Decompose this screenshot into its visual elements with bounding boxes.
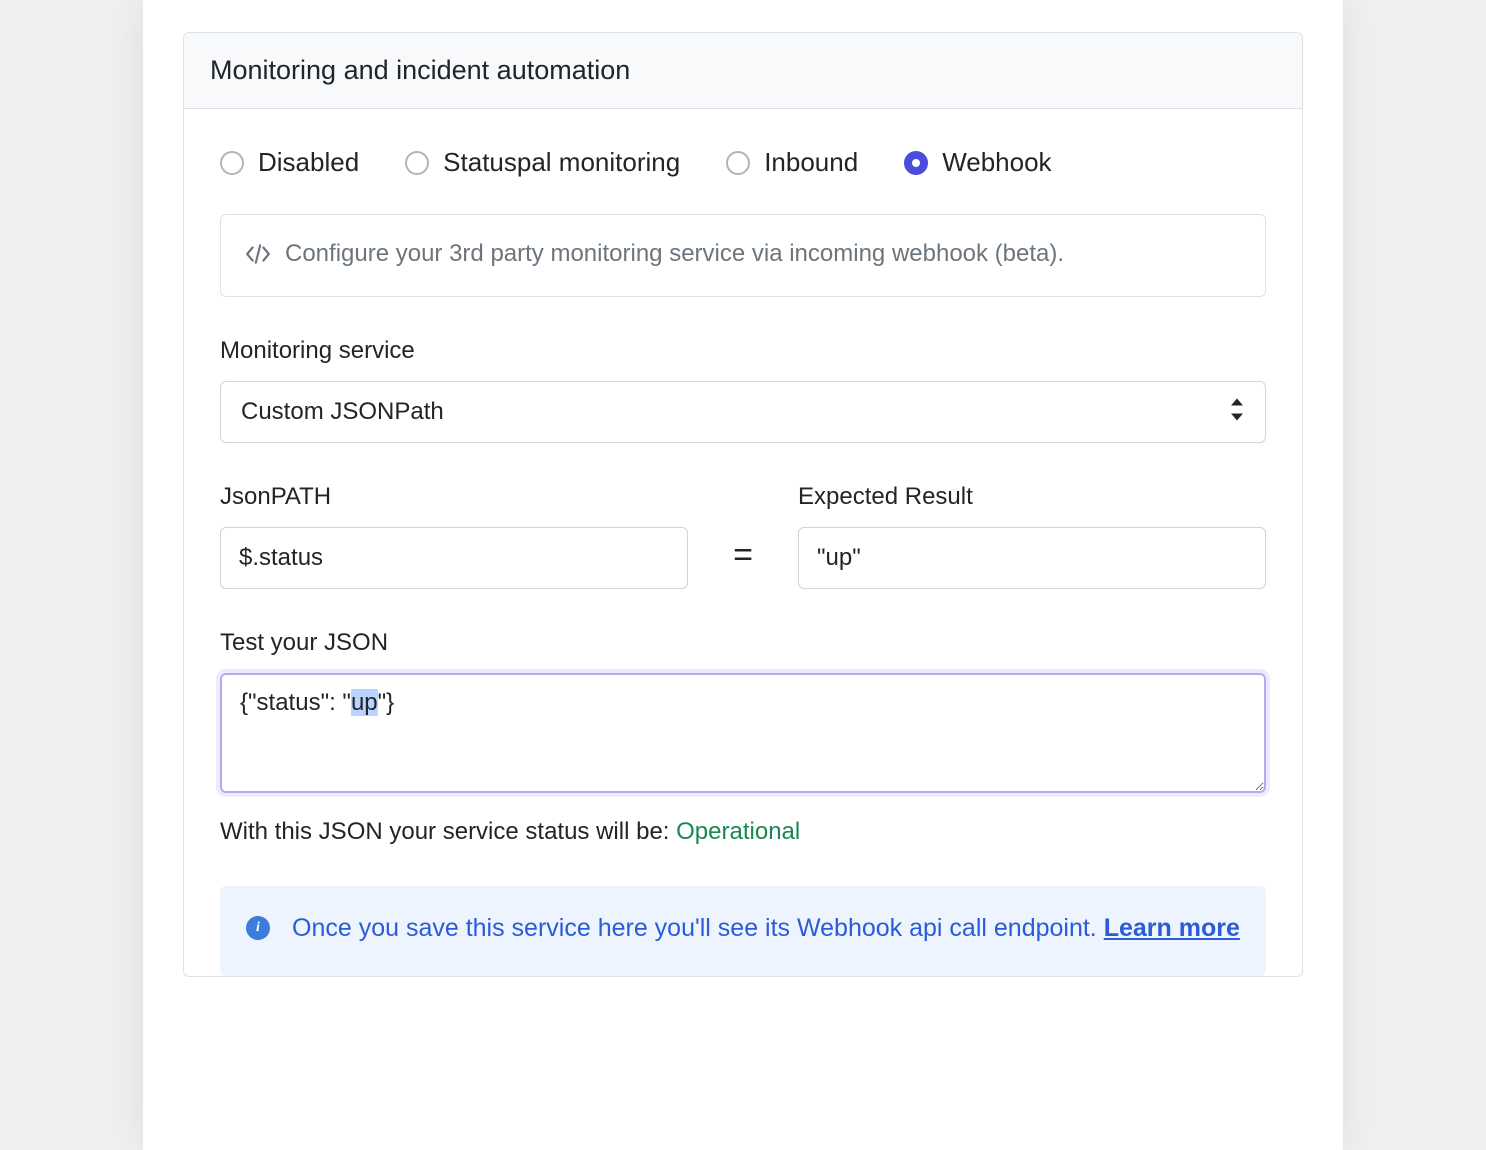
webhook-hint-text: Configure your 3rd party monitoring serv… [285, 235, 1064, 272]
radio-icon-selected [904, 151, 928, 175]
radio-inbound[interactable]: Inbound [726, 147, 858, 178]
alert-text: Once you save this service here you'll s… [292, 914, 1104, 942]
test-json-textarea[interactable] [220, 673, 1266, 793]
status-result-line: With this JSON your service status will … [220, 818, 1266, 846]
card-title: Monitoring and incident automation [184, 33, 1302, 109]
jsonpath-input[interactable] [220, 527, 688, 589]
info-icon: i [246, 916, 270, 940]
monitoring-service-value: Custom JSONPath [241, 398, 444, 425]
save-hint-alert: i Once you save this service here you'll… [220, 886, 1266, 976]
radio-icon [726, 151, 750, 175]
learn-more-link[interactable]: Learn more [1104, 914, 1240, 942]
radio-label: Inbound [764, 147, 858, 178]
status-prefix: With this JSON your service status will … [220, 818, 676, 845]
radio-label: Statuspal monitoring [443, 147, 680, 178]
status-value: Operational [676, 818, 800, 845]
radio-icon [220, 151, 244, 175]
equals-sign: = [688, 536, 798, 589]
radio-icon [405, 151, 429, 175]
monitoring-service-label: Monitoring service [220, 337, 1266, 365]
monitoring-service-select[interactable]: Custom JSONPath [220, 381, 1266, 443]
radio-statuspal-monitoring[interactable]: Statuspal monitoring [405, 147, 680, 178]
jsonpath-label: JsonPATH [220, 483, 688, 511]
radio-label: Webhook [942, 147, 1051, 178]
monitoring-mode-radios: Disabled Statuspal monitoring Inbound We… [220, 147, 1266, 178]
radio-webhook[interactable]: Webhook [904, 147, 1051, 178]
monitoring-card: Monitoring and incident automation Disab… [183, 32, 1303, 977]
radio-disabled[interactable]: Disabled [220, 147, 359, 178]
chevron-up-down-icon [1230, 399, 1244, 426]
expected-result-label: Expected Result [798, 483, 1266, 511]
radio-label: Disabled [258, 147, 359, 178]
test-json-label: Test your JSON [220, 629, 1266, 657]
expected-result-input[interactable] [798, 527, 1266, 589]
webhook-hint-box: Configure your 3rd party monitoring serv… [220, 214, 1266, 297]
code-icon [245, 239, 271, 276]
